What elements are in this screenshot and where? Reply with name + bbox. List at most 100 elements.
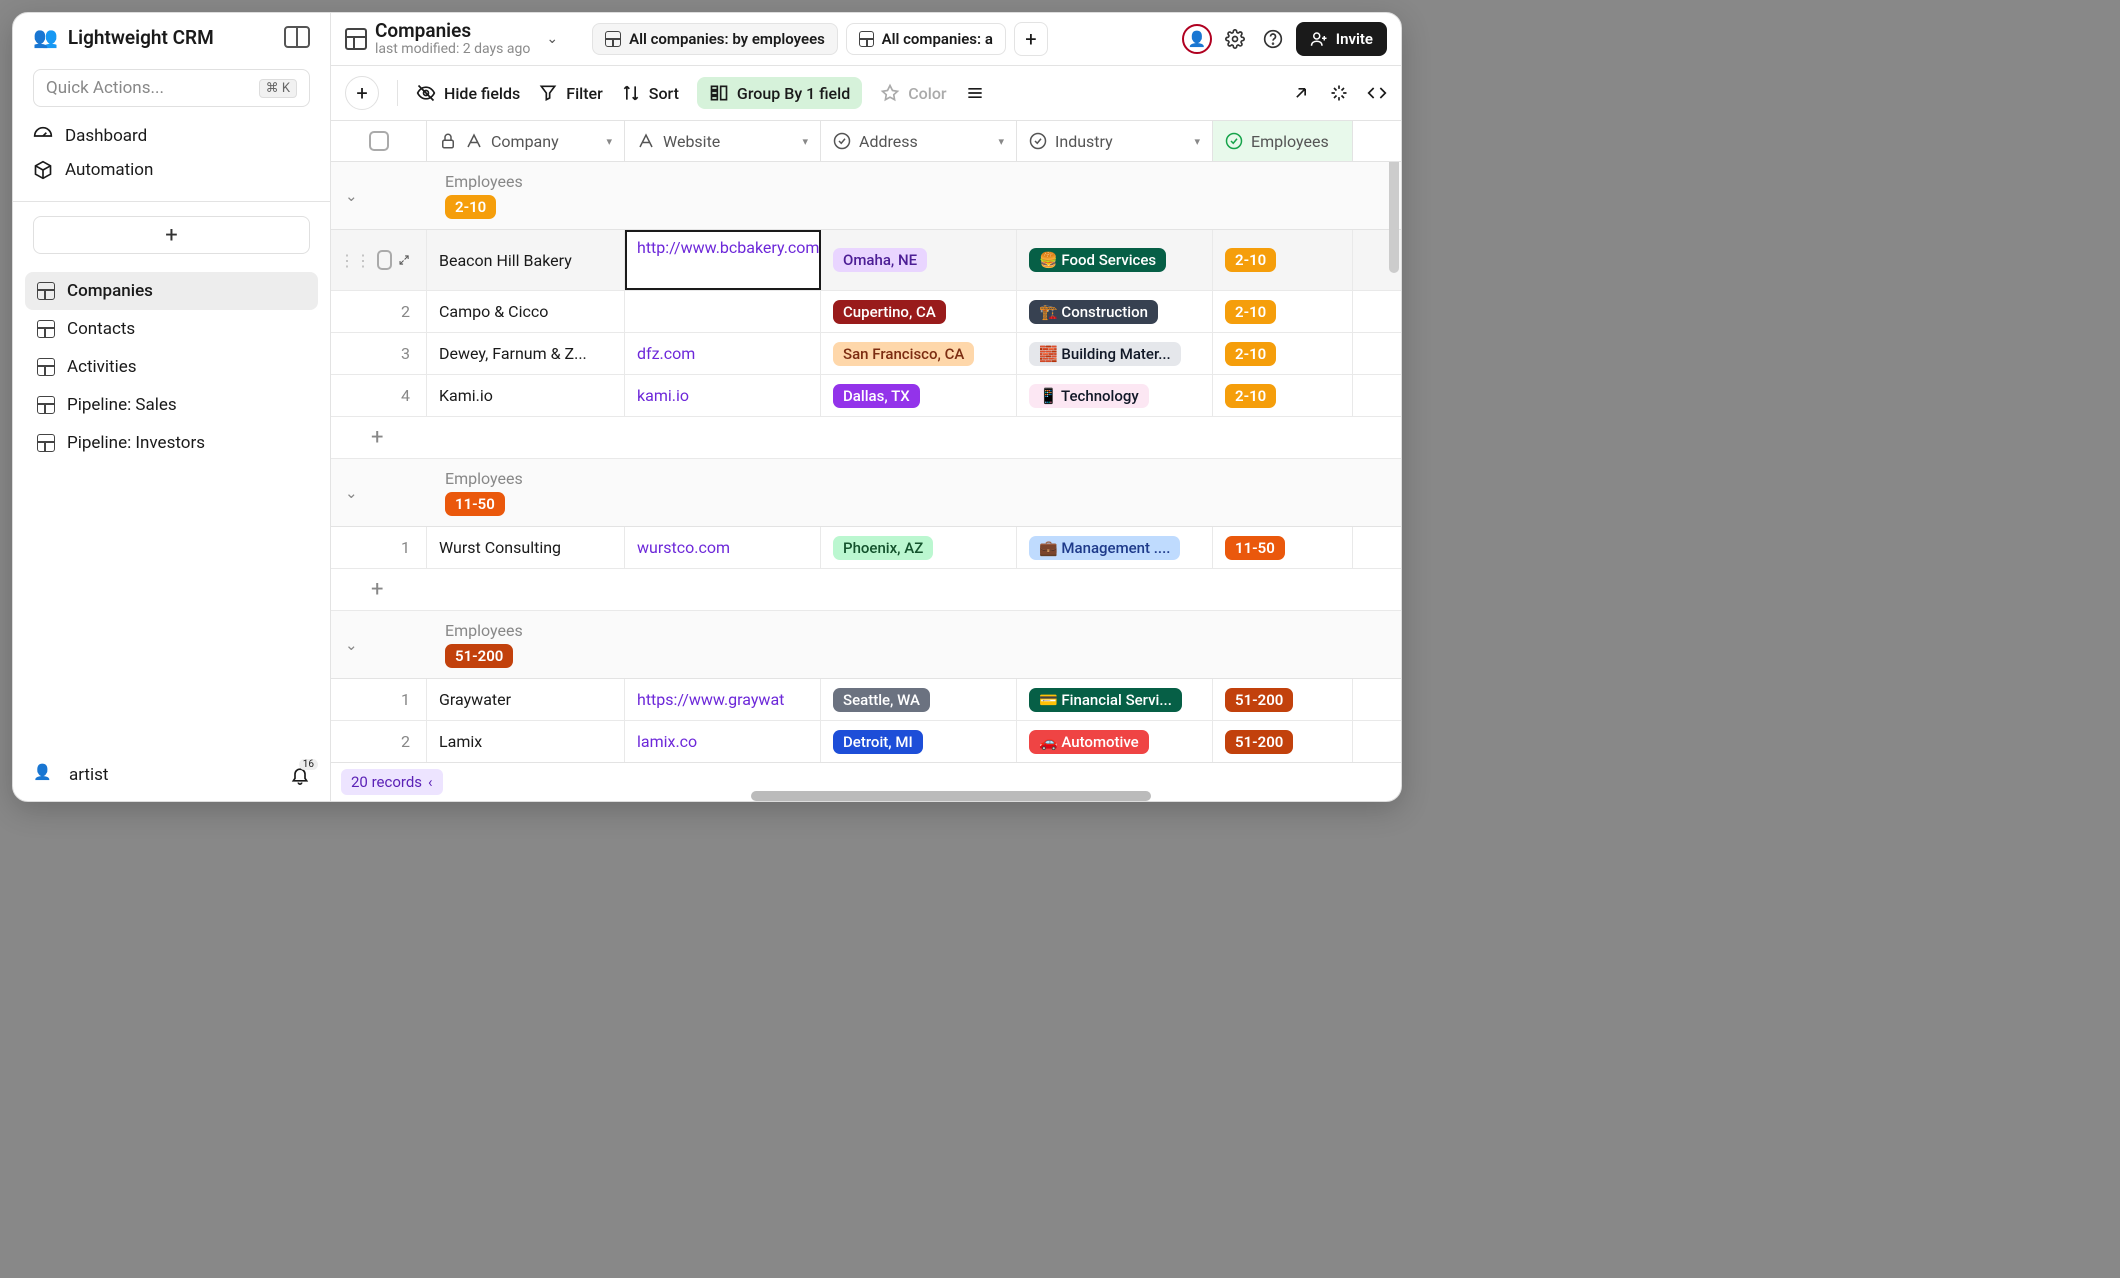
table-title-dropdown[interactable]: ⌄ — [538, 31, 566, 47]
cell-industry[interactable]: 🧱 Building Mater... — [1017, 333, 1213, 374]
cell-industry[interactable]: 🏗️ Construction — [1017, 291, 1213, 332]
select-all-checkbox[interactable] — [369, 131, 389, 151]
column-header-industry[interactable]: Industry▾ — [1017, 121, 1213, 161]
settings-button[interactable] — [1220, 24, 1250, 54]
table-title[interactable]: Companies — [375, 21, 530, 42]
table-row[interactable]: ⋮⋮ Beacon Hill Bakeryhttp://www.bcbakery.… — [331, 230, 1401, 291]
cell-website[interactable] — [625, 291, 821, 332]
table-row[interactable]: 2Campo & CiccoCupertino, CA🏗️ Constructi… — [331, 291, 1401, 333]
ai-sparkle-button[interactable] — [1329, 83, 1349, 103]
cell-company[interactable]: Kami.io — [427, 375, 625, 416]
view-tab-all[interactable]: All companies: a — [846, 23, 1006, 55]
data-grid[interactable]: Company▾ Website▾ Address▾ Industry▾ Emp… — [331, 121, 1401, 762]
cell-industry[interactable]: 🚗 Automotive — [1017, 721, 1213, 762]
sidebar-table-item[interactable]: Activities — [25, 348, 318, 386]
cell-company[interactable]: Lamix — [427, 721, 625, 762]
chevron-down-icon[interactable]: ⌄ — [345, 636, 365, 654]
column-header-website[interactable]: Website▾ — [625, 121, 821, 161]
more-options-button[interactable] — [965, 83, 985, 103]
chevron-down-icon[interactable]: ⌄ — [345, 187, 365, 205]
cell-employees[interactable]: 2-10 — [1213, 375, 1353, 416]
vertical-scrollbar[interactable] — [1389, 143, 1399, 273]
cell-company[interactable]: Graywater — [427, 679, 625, 720]
sort-button[interactable]: Sort — [621, 83, 679, 103]
cell-website[interactable]: dfz.com — [625, 333, 821, 374]
add-row-button[interactable]: + — [331, 417, 1401, 459]
nav-automation[interactable]: Automation — [33, 153, 310, 187]
cell-employees[interactable]: 2-10 — [1213, 291, 1353, 332]
chevron-down-icon[interactable]: ⌄ — [345, 484, 365, 502]
cell-employees[interactable]: 2-10 — [1213, 230, 1353, 290]
column-header-company[interactable]: Company▾ — [427, 121, 625, 161]
cell-address[interactable]: Phoenix, AZ — [821, 527, 1017, 568]
sidebar-table-item[interactable]: Contacts — [25, 310, 318, 348]
cell-website[interactable]: wurstco.com — [625, 527, 821, 568]
column-header-address[interactable]: Address▾ — [821, 121, 1017, 161]
add-row-button[interactable]: + — [331, 569, 1401, 611]
sidebar-toggle-icon[interactable] — [284, 26, 310, 48]
sidebar-table-item[interactable]: Pipeline: Investors — [25, 424, 318, 462]
horizontal-scrollbar[interactable] — [751, 791, 1151, 801]
table-row[interactable]: 2Lamixlamix.coDetroit, MI🚗 Automotive51-… — [331, 721, 1401, 762]
invite-button[interactable]: Invite — [1296, 22, 1387, 56]
table-row[interactable]: 1Wurst Consultingwurstco.comPhoenix, AZ💼… — [331, 527, 1401, 569]
expand-icon[interactable] — [398, 251, 410, 269]
cell-company[interactable]: Dewey, Farnum & Z... — [427, 333, 625, 374]
cell-website[interactable]: lamix.co — [625, 721, 821, 762]
new-record-button[interactable]: + — [345, 76, 379, 110]
chevron-down-icon[interactable]: ▾ — [606, 135, 612, 148]
hide-fields-button[interactable]: Hide fields — [416, 83, 520, 103]
cell-website[interactable]: https://www.graywat — [625, 679, 821, 720]
cell-address[interactable]: Seattle, WA — [821, 679, 1017, 720]
cell-address[interactable]: Omaha, NE — [821, 230, 1017, 290]
add-view-button[interactable]: + — [1014, 22, 1048, 56]
cell-address[interactable]: Detroit, MI — [821, 721, 1017, 762]
cell-company[interactable]: Wurst Consulting — [427, 527, 625, 568]
cell-company[interactable]: Campo & Cicco — [427, 291, 625, 332]
group-by-button[interactable]: Group By 1 field — [697, 77, 862, 109]
filter-button[interactable]: Filter — [538, 83, 603, 103]
group-header[interactable]: ⌄Employees11-50 — [331, 459, 1401, 527]
chevron-down-icon[interactable]: ▾ — [998, 135, 1004, 148]
color-button[interactable]: Color — [880, 83, 946, 103]
chevron-down-icon[interactable]: ▾ — [802, 135, 808, 148]
user-avatar-icon[interactable]: 👤 — [33, 763, 57, 787]
row-checkbox[interactable] — [377, 250, 392, 270]
quick-actions-input[interactable]: Quick Actions... ⌘ K — [33, 69, 310, 107]
drag-handle-icon[interactable]: ⋮⋮ — [339, 251, 371, 270]
sidebar-add-table-button[interactable]: + — [33, 216, 310, 254]
cell-website[interactable]: kami.io — [625, 375, 821, 416]
code-api-button[interactable] — [1367, 83, 1387, 103]
nav-dashboard[interactable]: Dashboard — [33, 119, 310, 153]
table-row[interactable]: 1Graywaterhttps://www.graywatSeattle, WA… — [331, 679, 1401, 721]
notifications-button[interactable]: 16 — [290, 765, 310, 785]
sidebar-table-item[interactable]: Pipeline: Sales — [25, 386, 318, 424]
group-header[interactable]: ⌄Employees2-10 — [331, 162, 1401, 230]
sidebar-table-item[interactable]: Companies — [25, 272, 318, 310]
cell-website[interactable]: http://www.bcbakery.com — [625, 230, 821, 290]
group-header[interactable]: ⌄Employees51-200 — [331, 611, 1401, 679]
cell-industry[interactable]: 💼 Management .... — [1017, 527, 1213, 568]
record-count-pill[interactable]: 20 records ‹ — [341, 769, 443, 795]
column-header-employees[interactable]: Employees — [1213, 121, 1353, 161]
cell-industry[interactable]: 🍔 Food Services — [1017, 230, 1213, 290]
table-row[interactable]: 4Kami.iokami.ioDallas, TX📱 Technology2-1… — [331, 375, 1401, 417]
user-name[interactable]: artist — [69, 765, 278, 785]
cell-address[interactable]: San Francisco, CA — [821, 333, 1017, 374]
cell-industry[interactable]: 📱 Technology — [1017, 375, 1213, 416]
cell-employees[interactable]: 11-50 — [1213, 527, 1353, 568]
help-button[interactable] — [1258, 24, 1288, 54]
cell-industry[interactable]: 💳 Financial Servi... — [1017, 679, 1213, 720]
cell-company[interactable]: Beacon Hill Bakery — [427, 230, 625, 290]
cell-address[interactable]: Dallas, TX — [821, 375, 1017, 416]
cell-employees[interactable]: 2-10 — [1213, 333, 1353, 374]
select-all-column — [331, 121, 427, 161]
profile-avatar[interactable]: 👤 — [1182, 24, 1212, 54]
share-button[interactable] — [1291, 83, 1311, 103]
chevron-down-icon[interactable]: ▾ — [1194, 135, 1200, 148]
view-tab-by-employees[interactable]: All companies: by employees — [592, 23, 838, 55]
cell-employees[interactable]: 51-200 — [1213, 721, 1353, 762]
cell-address[interactable]: Cupertino, CA — [821, 291, 1017, 332]
cell-employees[interactable]: 51-200 — [1213, 679, 1353, 720]
table-row[interactable]: 3Dewey, Farnum & Z...dfz.comSan Francisc… — [331, 333, 1401, 375]
